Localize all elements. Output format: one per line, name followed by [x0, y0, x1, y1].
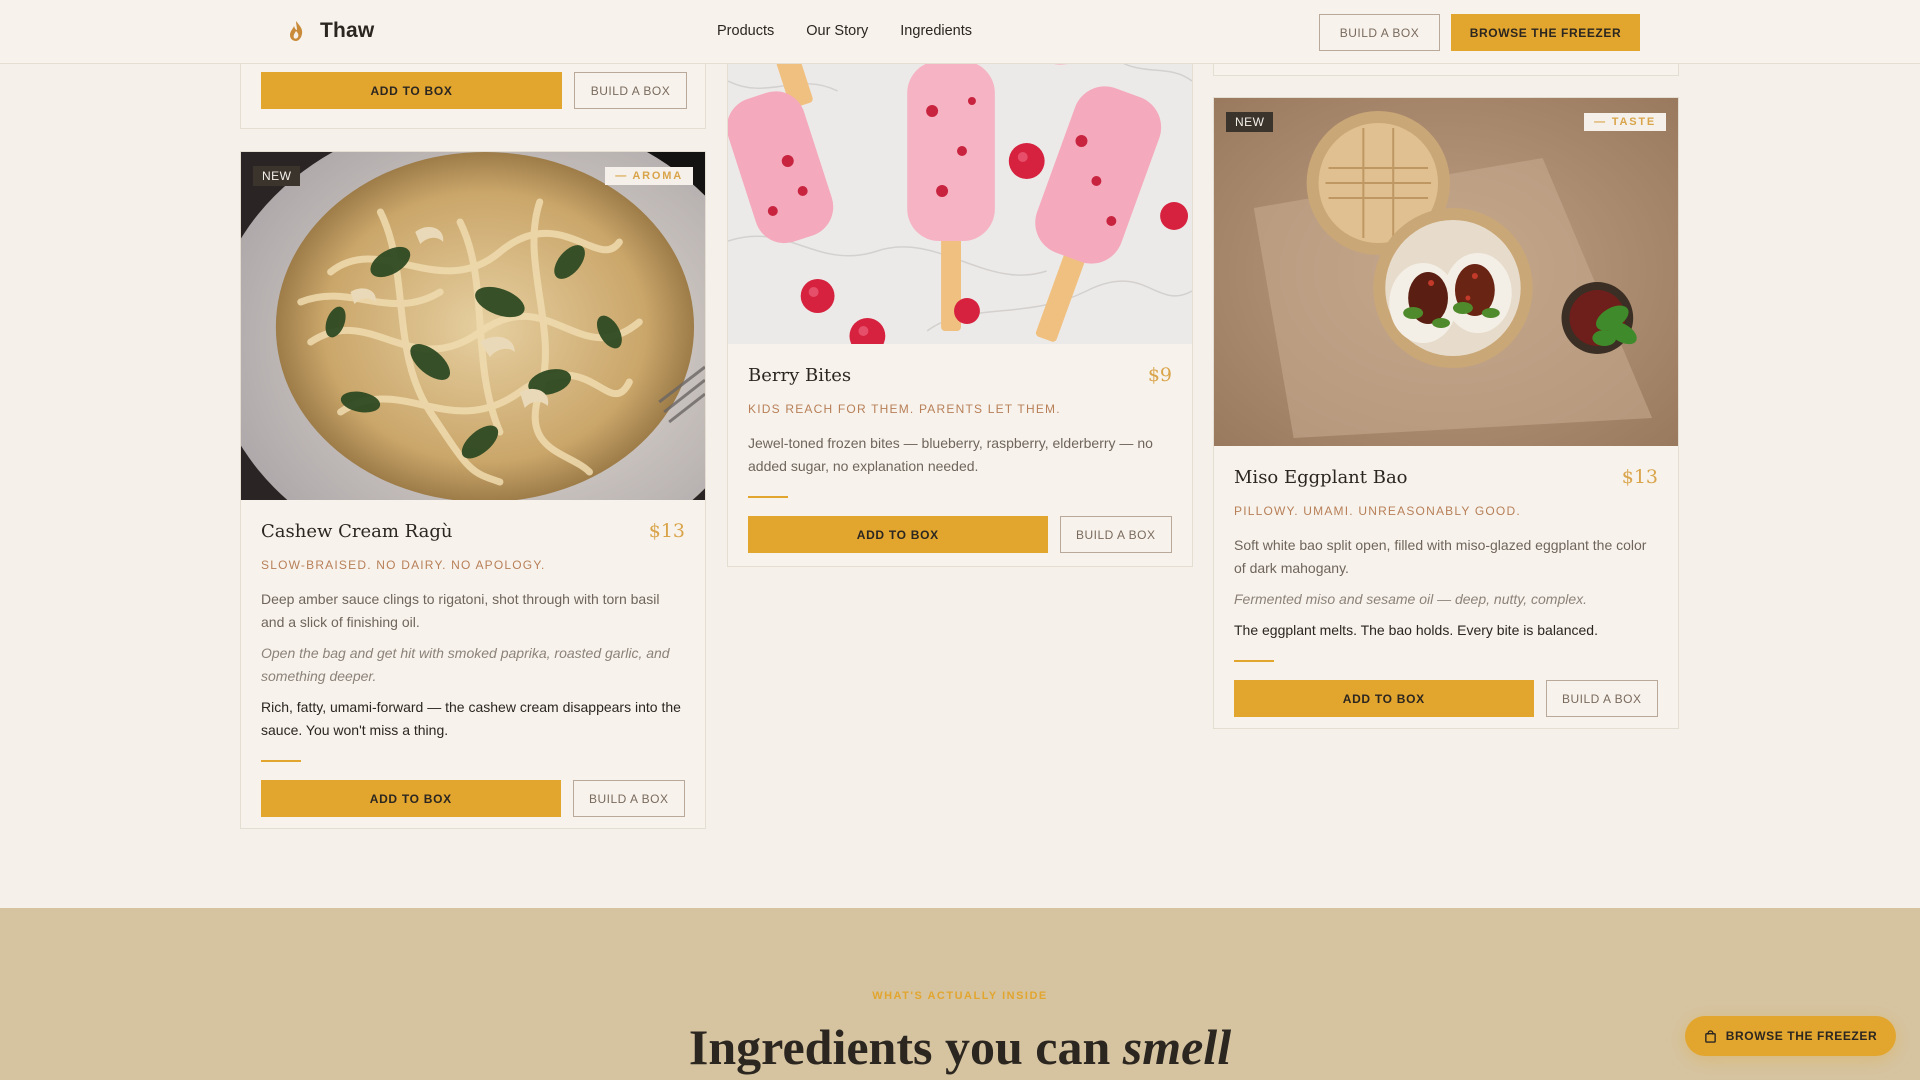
- bao-steamer-image: [1214, 98, 1678, 446]
- aroma-note: Open the bag and get hit with smoked pap…: [261, 645, 670, 684]
- add-to-box-button[interactable]: ADD TO BOX: [261, 780, 561, 817]
- product-tagline: PILLOWY. UMAMI. UNREASONABLY GOOD.: [1234, 504, 1521, 518]
- aroma-tag: — AROMA: [605, 167, 693, 185]
- product-tagline: KIDS REACH FOR THEM. PARENTS LET THEM.: [748, 402, 1061, 416]
- site-header: Thaw Products Our Story Ingredients BUIL…: [0, 0, 1920, 64]
- product-title: Berry Bites: [748, 365, 852, 386]
- main-nav: Products Our Story Ingredients: [717, 23, 972, 39]
- accent-divider: [1234, 660, 1274, 662]
- add-to-box-button[interactable]: ADD TO BOX: [748, 516, 1048, 553]
- accent-divider: [261, 760, 301, 762]
- card-body: Cashew Cream Ragù $13 SLOW-BRAISED. NO D…: [241, 500, 705, 837]
- nav-our-story[interactable]: Our Story: [806, 23, 868, 39]
- product-title: Cashew Cream Ragù: [261, 521, 453, 542]
- build-a-box-button[interactable]: BUILD A BOX: [1059, 516, 1172, 553]
- product-highlight: Rich, fatty, umami-forward — the cashew …: [261, 699, 681, 738]
- header-build-box-button[interactable]: BUILD A BOX: [1319, 14, 1440, 51]
- headline-emphasis: smell: [1122, 1019, 1232, 1075]
- build-a-box-button[interactable]: BUILD A BOX: [574, 72, 687, 109]
- product-highlight: The eggplant melts. The bao holds. Every…: [1234, 622, 1598, 638]
- headline-text: Ingredients you can: [688, 1019, 1123, 1075]
- brand-logo[interactable]: Thaw: [286, 19, 374, 43]
- product-description: Soft white bao split open, filled with m…: [1234, 537, 1647, 576]
- add-to-box-button[interactable]: ADD TO BOX: [261, 72, 562, 109]
- floating-browse-freezer-button[interactable]: BROWSE THE FREEZER: [1685, 1016, 1896, 1056]
- product-card-miso-bao: NEW — TASTE Miso Eggplant Bao $13 PILLOW…: [1213, 97, 1679, 729]
- ingredients-section: WHAT'S ACTUALLY INSIDE Ingredients you c…: [0, 908, 1920, 1080]
- add-to-box-button[interactable]: ADD TO BOX: [1234, 680, 1534, 717]
- card-body: Miso Eggplant Bao $13 PILLOWY. UMAMI. UN…: [1214, 446, 1678, 737]
- product-image-miso-bao: NEW — TASTE: [1214, 98, 1678, 446]
- shopping-bag-icon: [1704, 1029, 1716, 1043]
- product-description: Jewel-toned frozen bites — blueberry, ra…: [748, 435, 1153, 474]
- product-card-cashew-ragu: NEW — AROMA Cashew Cream Ragù $13 SLOW-B…: [240, 151, 706, 829]
- nav-ingredients[interactable]: Ingredients: [900, 23, 972, 39]
- nav-products[interactable]: Products: [717, 23, 774, 39]
- build-a-box-button[interactable]: BUILD A BOX: [572, 780, 685, 817]
- floating-cta-label: BROWSE THE FREEZER: [1725, 1029, 1878, 1043]
- brand-name: Thaw: [320, 19, 375, 42]
- header-browse-freezer-button[interactable]: BROWSE THE FREEZER: [1451, 14, 1640, 51]
- new-badge: NEW: [1226, 112, 1273, 132]
- flame-logo-icon: [290, 21, 303, 41]
- accent-divider: [748, 496, 788, 498]
- product-tagline: SLOW-BRAISED. NO DAIRY. NO APOLOGY.: [261, 558, 546, 572]
- product-description: Deep amber sauce clings to rigatoni, sho…: [261, 591, 660, 630]
- product-price: $13: [1621, 466, 1658, 488]
- taste-note: Fermented miso and sesame oil — deep, nu…: [1234, 591, 1588, 607]
- product-image-cashew-ragu: NEW — AROMA: [241, 152, 705, 500]
- section-eyebrow: WHAT'S ACTUALLY INSIDE: [872, 990, 1048, 1002]
- card-body: Berry Bites $9 KIDS REACH FOR THEM. PARE…: [728, 344, 1192, 573]
- product-price: $9: [1147, 364, 1172, 386]
- product-card-berry-bites: Berry Bites $9 KIDS REACH FOR THEM. PARE…: [727, 0, 1193, 567]
- new-badge: NEW: [253, 166, 300, 186]
- product-price: $13: [648, 520, 685, 542]
- pasta-dish-image: [241, 152, 705, 500]
- taste-tag: — TASTE: [1584, 113, 1666, 131]
- product-title: Miso Eggplant Bao: [1234, 467, 1408, 488]
- section-headline: Ingredients you can smell: [0, 1014, 1920, 1080]
- build-a-box-button[interactable]: BUILD A BOX: [1545, 680, 1658, 717]
